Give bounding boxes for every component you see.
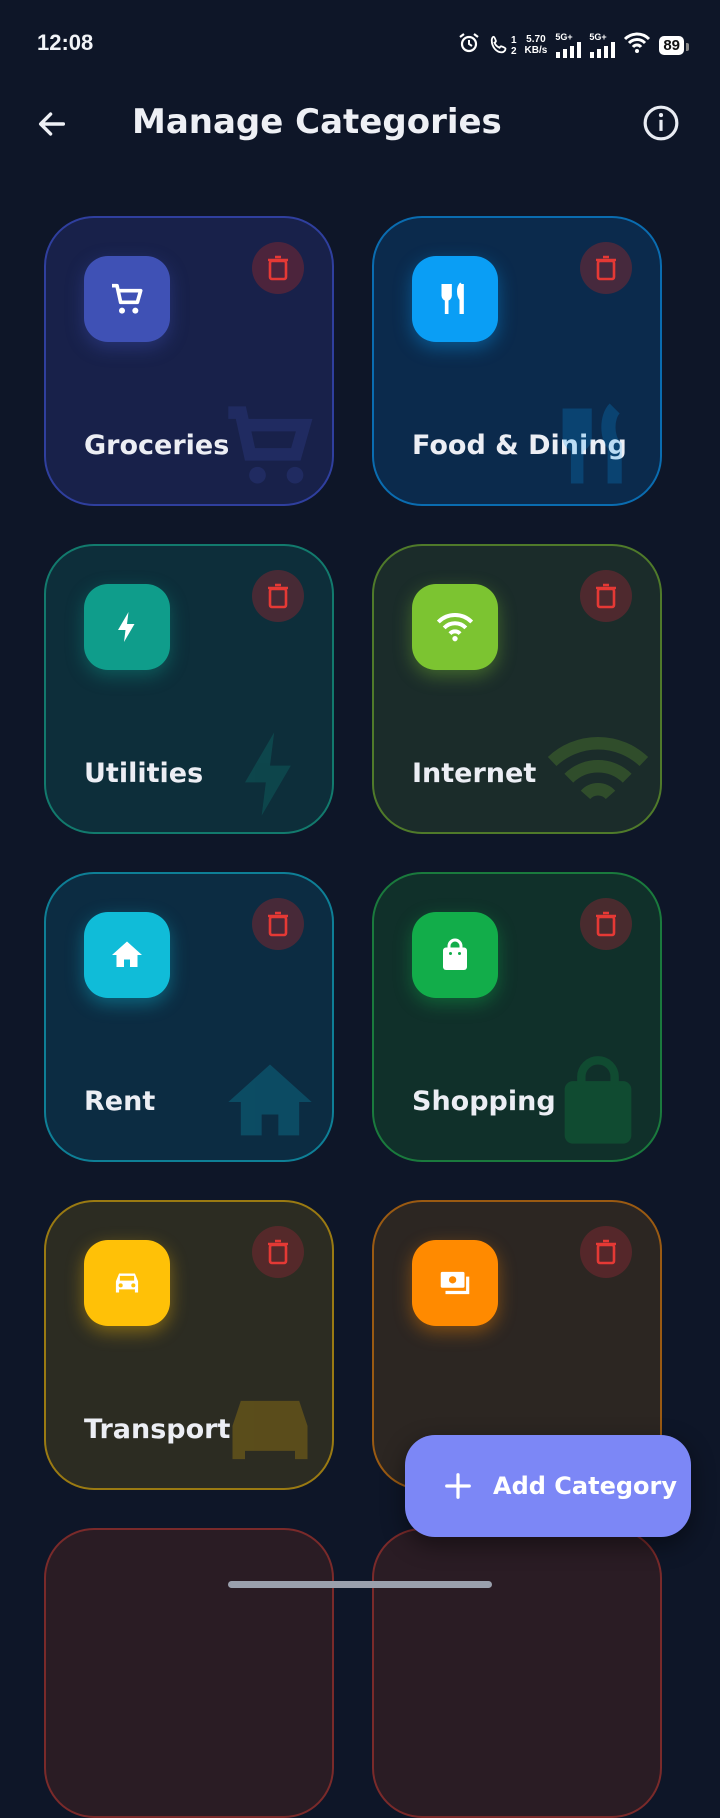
call-icon: 12 <box>489 33 517 57</box>
bag-icon <box>443 938 467 970</box>
bag-icon <box>564 1056 632 1144</box>
category-card-rent[interactable]: Rent <box>44 872 334 1162</box>
wifi-icon <box>436 613 474 642</box>
plus-icon <box>445 1473 471 1499</box>
status-time: 12:08 <box>37 30 94 55</box>
signal-2: 5G+ <box>589 31 616 58</box>
trash-icon <box>268 583 288 609</box>
utensils-icon <box>562 403 622 484</box>
category-chip <box>84 1240 170 1326</box>
trash-icon <box>596 1239 616 1265</box>
cart-icon <box>112 283 143 314</box>
back-button[interactable] <box>30 102 74 146</box>
delete-button[interactable] <box>580 898 632 950</box>
wifi-status-icon <box>623 32 651 58</box>
data-rate-value: 5.70 <box>526 34 546 45</box>
app-bar: Manage Categories <box>0 90 720 154</box>
battery-indicator: 89 <box>659 35 689 55</box>
category-label: Shopping <box>412 1086 556 1117</box>
net-label-2: 5G+ <box>589 31 607 42</box>
trash-icon <box>596 911 616 937</box>
status-icons: 12 5.70 KB/s 5G+ 5G+ 89 <box>457 30 689 60</box>
category-label: Groceries <box>84 430 230 461</box>
cart-icon <box>228 406 313 484</box>
category-card-shopping[interactable]: Shopping <box>372 872 662 1162</box>
status-bar: 12:08 12 5.70 KB/s 5G+ 5G+ 89 <box>0 0 720 90</box>
category-chip <box>412 584 498 670</box>
data-rate: 5.70 KB/s <box>525 34 548 56</box>
category-label: Utilities <box>84 758 204 789</box>
delete-button[interactable] <box>580 242 632 294</box>
category-card-groceries[interactable]: Groceries <box>44 216 334 506</box>
info-icon <box>643 105 679 141</box>
bolt-icon <box>118 612 135 642</box>
signal-bars-icon <box>590 41 616 58</box>
arrow-left-icon <box>38 112 66 136</box>
trash-icon <box>268 255 288 281</box>
signal-bars-icon <box>556 41 582 58</box>
page-title: Manage Categories <box>132 102 502 142</box>
category-card-internet[interactable]: Internet <box>372 544 662 834</box>
category-label: Rent <box>84 1086 156 1117</box>
cash-icon <box>440 1271 470 1295</box>
category-chip <box>84 584 170 670</box>
utensils-icon <box>441 282 464 314</box>
delete-button[interactable] <box>580 1226 632 1278</box>
add-category-button[interactable]: Add Category <box>405 1435 691 1537</box>
bolt-icon <box>245 732 291 816</box>
delete-button[interactable] <box>252 570 304 622</box>
category-label: Internet <box>412 758 537 789</box>
category-chip <box>412 1240 498 1326</box>
add-category-label: Add Category <box>493 1472 677 1500</box>
home-icon <box>112 941 142 967</box>
category-chip <box>412 256 498 342</box>
alarm-icon <box>457 31 481 59</box>
category-chip <box>84 256 170 342</box>
category-chip <box>84 912 170 998</box>
category-card-transport[interactable]: Transport <box>44 1200 334 1490</box>
category-card-partial[interactable] <box>372 1528 662 1818</box>
data-rate-unit: KB/s <box>524 45 548 56</box>
net-label-1: 5G+ <box>555 31 573 42</box>
car-icon <box>232 1400 308 1460</box>
trash-icon <box>596 255 616 281</box>
category-card-food-dining[interactable]: Food & Dining <box>372 216 662 506</box>
sim1-label: 1 <box>510 35 517 46</box>
category-card-utilities[interactable]: Utilities <box>44 544 334 834</box>
sim2-label: 2 <box>510 46 517 57</box>
info-button[interactable] <box>640 102 682 144</box>
delete-button[interactable] <box>252 1226 304 1278</box>
signal-1: 5G+ <box>555 31 582 58</box>
category-label: Transport <box>84 1414 231 1445</box>
delete-button[interactable] <box>252 898 304 950</box>
trash-icon <box>268 1239 288 1265</box>
car-icon <box>115 1273 139 1293</box>
wifi-icon <box>548 737 648 800</box>
home-indicator[interactable] <box>228 1581 492 1588</box>
delete-button[interactable] <box>580 570 632 622</box>
trash-icon <box>596 583 616 609</box>
trash-icon <box>268 911 288 937</box>
home-icon <box>228 1064 312 1136</box>
category-card-partial[interactable] <box>44 1528 334 1818</box>
delete-button[interactable] <box>252 242 304 294</box>
category-chip <box>412 912 498 998</box>
